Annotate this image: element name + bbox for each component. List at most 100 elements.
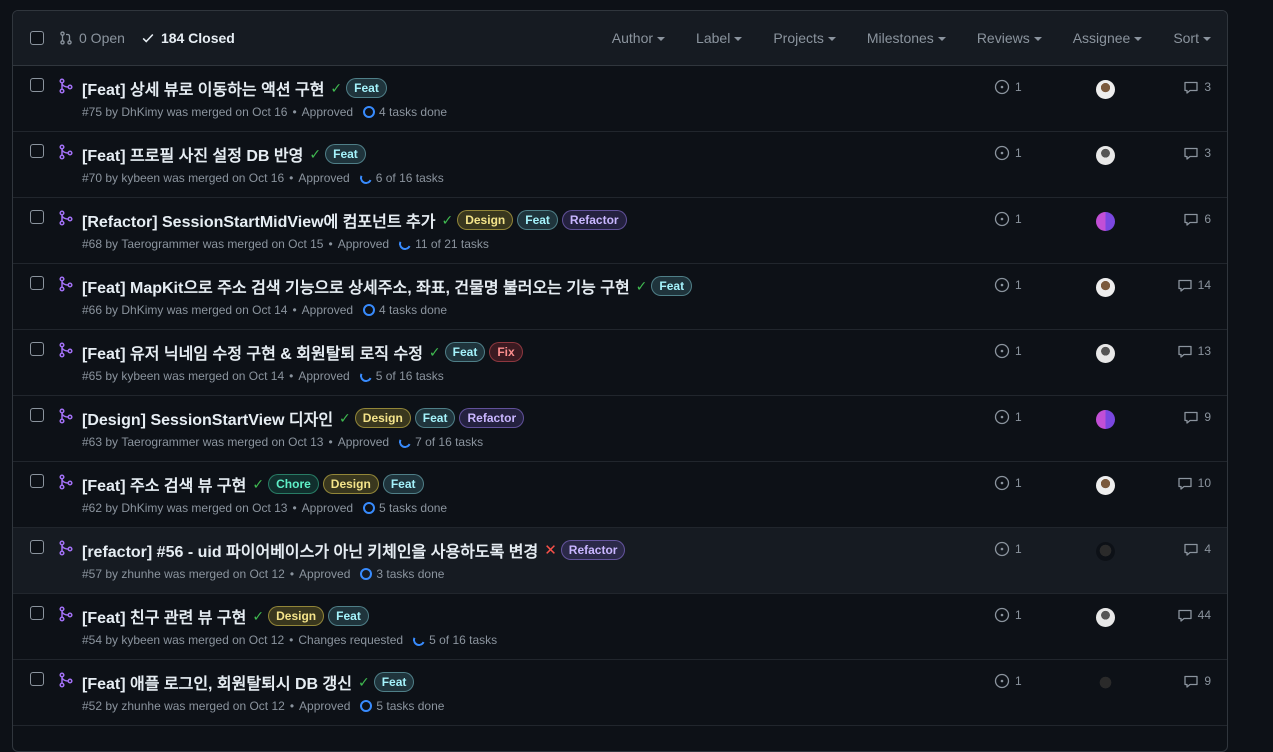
label-badge[interactable]: Feat	[444, 342, 486, 362]
comments-link[interactable]: 9	[1183, 409, 1211, 425]
pr-author-link[interactable]: zhunhe	[121, 699, 160, 713]
check-icon[interactable]: ✓	[636, 279, 648, 293]
pr-row[interactable]: [Feat] MapKit으로 주소 검색 기능으로 상세주소, 좌표, 건물명…	[13, 264, 1227, 330]
label-badge[interactable]: Design	[268, 606, 325, 626]
review-status-link[interactable]: Approved	[299, 567, 350, 581]
select-all-checkbox[interactable]	[30, 31, 44, 45]
pr-author-link[interactable]: DhKimy	[121, 303, 163, 317]
review-status-link[interactable]: Changes requested	[298, 633, 403, 647]
pr-title-link[interactable]: [refactor] #56 - uid 파이어베이스가 아닌 키체인을 사용하…	[82, 538, 538, 562]
pr-author-link[interactable]: kybeen	[121, 633, 160, 647]
label-badge[interactable]: Feat	[346, 78, 387, 98]
pr-title-link[interactable]: [Feat] MapKit으로 주소 검색 기능으로 상세주소, 좌표, 건물명…	[82, 274, 630, 298]
linked-issues[interactable]: 1	[994, 277, 1022, 293]
closed-filter[interactable]: 184 Closed	[141, 30, 235, 46]
check-icon[interactable]: ✓	[252, 477, 264, 491]
pr-row[interactable]: [Feat] 프로필 사진 설정 DB 반영 ✓ Feat #70 by kyb…	[13, 132, 1227, 198]
linked-issues[interactable]: 1	[994, 673, 1022, 689]
linked-issues[interactable]: 1	[994, 343, 1022, 359]
pr-author-link[interactable]: DhKimy	[121, 105, 163, 119]
check-icon[interactable]: ✓	[330, 81, 342, 95]
pr-title-link[interactable]: [Feat] 유저 닉네임 수정 구현 & 회원탈퇴 로직 수정	[82, 340, 423, 364]
pr-author-link[interactable]: Taerogrammer	[121, 237, 199, 251]
pr-author-link[interactable]: zhunhe	[121, 567, 160, 581]
pr-title-link[interactable]: [Feat] 상세 뷰로 이동하는 액션 구현	[82, 76, 324, 100]
assignee-avatar[interactable]	[1096, 608, 1115, 627]
check-icon[interactable]: ✓	[252, 609, 264, 623]
pr-row[interactable]: [Feat] 친구 관련 뷰 구현 ✓ Design Feat #54 by ky…	[13, 594, 1227, 660]
linked-issues[interactable]: 1	[994, 607, 1022, 623]
row-checkbox[interactable]	[30, 474, 44, 488]
open-filter[interactable]: 0 Open	[59, 30, 125, 46]
label-badge[interactable]: Feat	[517, 210, 558, 230]
pr-row[interactable]: [refactor] #56 - uid 파이어베이스가 아닌 키체인을 사용하…	[13, 528, 1227, 594]
failure-x-icon[interactable]: ✕	[544, 543, 557, 558]
assignee-avatar[interactable]	[1096, 212, 1115, 231]
pr-author-link[interactable]: DhKimy	[121, 501, 163, 515]
milestones-filter[interactable]: Milestones	[867, 30, 946, 46]
review-status-link[interactable]: Approved	[298, 369, 349, 383]
assignee-avatar[interactable]	[1096, 410, 1115, 429]
label-filter[interactable]: Label	[696, 30, 743, 46]
comments-link[interactable]: 6	[1183, 211, 1211, 227]
comments-link[interactable]: 9	[1183, 673, 1211, 689]
pr-title-link[interactable]: [Refactor] SessionStartMidView에 컴포넌트 추가	[82, 208, 435, 232]
row-checkbox[interactable]	[30, 606, 44, 620]
assignee-filter[interactable]: Assignee	[1073, 30, 1143, 46]
label-badge[interactable]: Fix	[489, 342, 523, 362]
linked-issues[interactable]: 1	[994, 475, 1022, 491]
row-checkbox[interactable]	[30, 342, 44, 356]
pr-title-link[interactable]: [Design] SessionStartView 디자인	[82, 406, 333, 430]
label-badge[interactable]: Feat	[382, 474, 424, 494]
comments-link[interactable]: 3	[1183, 79, 1211, 95]
assignee-avatar[interactable]	[1096, 542, 1115, 561]
comments-link[interactable]: 3	[1183, 145, 1211, 161]
check-icon[interactable]: ✓	[429, 345, 441, 359]
row-checkbox[interactable]	[30, 144, 44, 158]
review-status-link[interactable]: Approved	[299, 699, 350, 713]
check-icon[interactable]: ✓	[309, 147, 321, 161]
row-checkbox[interactable]	[30, 78, 44, 92]
linked-issues[interactable]: 1	[994, 79, 1022, 95]
review-status-link[interactable]: Approved	[302, 303, 353, 317]
check-icon[interactable]: ✓	[441, 213, 453, 227]
comments-link[interactable]: 13	[1177, 343, 1211, 359]
pr-row[interactable]: [Feat] 주소 검색 뷰 구현 ✓ Chore Design Feat #62 …	[13, 462, 1227, 528]
label-badge[interactable]: Feat	[328, 606, 369, 626]
row-checkbox[interactable]	[30, 210, 44, 224]
pr-author-link[interactable]: kybeen	[121, 369, 160, 383]
label-badge[interactable]: Design	[354, 408, 411, 428]
label-badge[interactable]: Feat	[325, 144, 366, 164]
pr-row[interactable]: [Design] SessionStartView 디자인 ✓ Design Fe…	[13, 396, 1227, 462]
pr-title-link[interactable]: [Feat] 프로필 사진 설정 DB 반영	[82, 142, 303, 166]
review-status-link[interactable]: Approved	[302, 501, 353, 515]
review-status-link[interactable]: Approved	[298, 171, 349, 185]
label-badge[interactable]: Design	[457, 210, 514, 230]
author-filter[interactable]: Author	[612, 30, 666, 46]
sort-filter[interactable]: Sort	[1173, 30, 1211, 46]
linked-issues[interactable]: 1	[994, 409, 1022, 425]
pr-title-link[interactable]: [Feat] 주소 검색 뷰 구현	[82, 472, 246, 496]
row-checkbox[interactable]	[30, 540, 44, 554]
row-checkbox[interactable]	[30, 276, 44, 290]
check-icon[interactable]: ✓	[358, 675, 370, 689]
label-badge[interactable]: Feat	[373, 672, 415, 692]
comments-link[interactable]: 44	[1177, 607, 1211, 623]
label-badge[interactable]: Design	[322, 474, 379, 494]
pr-title-link[interactable]: [Feat] 애플 로그인, 회원탈퇴시 DB 갱신	[82, 670, 352, 694]
label-badge[interactable]: Feat	[414, 408, 456, 428]
assignee-avatar[interactable]	[1096, 674, 1115, 693]
pr-row[interactable]: [Feat] 상세 뷰로 이동하는 액션 구현 ✓ Feat #75 by Dh…	[13, 66, 1227, 132]
pr-author-link[interactable]: kybeen	[121, 171, 160, 185]
label-badge[interactable]: Refactor	[459, 408, 525, 428]
comments-link[interactable]: 4	[1183, 541, 1211, 557]
pr-row[interactable]: [Refactor] SessionStartMidView에 컴포넌트 추가 …	[13, 198, 1227, 264]
row-checkbox[interactable]	[30, 672, 44, 686]
comments-link[interactable]: 14	[1177, 277, 1211, 293]
pr-row[interactable]: [Feat] 유저 닉네임 수정 구현 & 회원탈퇴 로직 수정 ✓ Feat F…	[13, 330, 1227, 396]
comments-link[interactable]: 10	[1177, 475, 1211, 491]
pr-row[interactable]: [Feat] 애플 로그인, 회원탈퇴시 DB 갱신 ✓ Feat #52 by…	[13, 660, 1227, 726]
label-badge[interactable]: Feat	[651, 276, 693, 296]
assignee-avatar[interactable]	[1096, 80, 1115, 99]
assignee-avatar[interactable]	[1096, 146, 1115, 165]
